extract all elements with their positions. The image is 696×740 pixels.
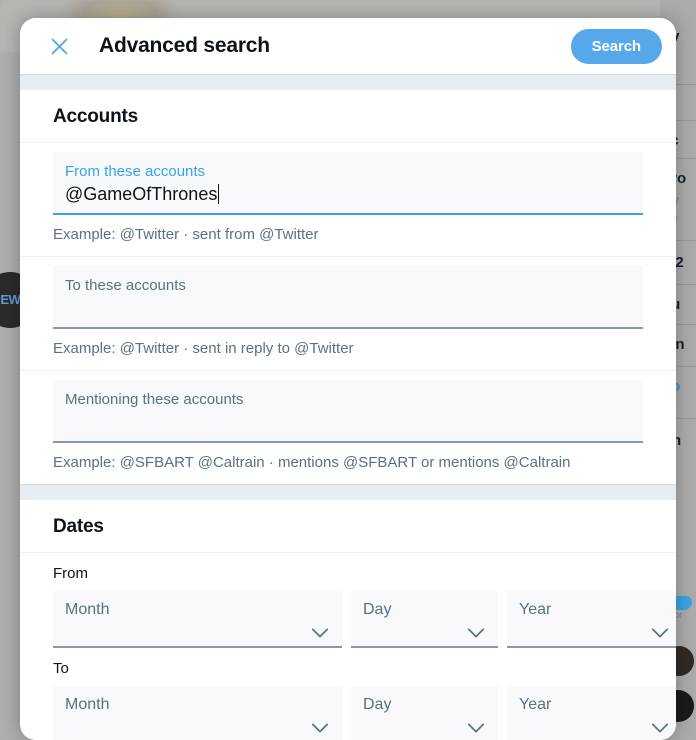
section-separator-band — [20, 483, 676, 500]
dialog-header: Advanced search Search — [20, 18, 676, 74]
section-title-accounts: Accounts — [20, 90, 676, 143]
hint-row-to-accounts: Example: @Twitter · sent in reply to @Tw… — [20, 329, 676, 371]
to-accounts-label: To these accounts — [65, 276, 186, 294]
from-year-select[interactable]: Year — [507, 590, 676, 648]
to-accounts-input[interactable]: To these accounts — [53, 265, 643, 329]
close-icon — [51, 38, 67, 54]
field-block-from-accounts: From these accounts @GameOfThrones — [20, 151, 676, 215]
from-day-select[interactable]: Day — [351, 590, 498, 648]
from-day-label: Day — [363, 600, 392, 618]
section-dates: Dates From Month Day Year To Month Day Y… — [20, 500, 676, 740]
date-from-label: From — [53, 564, 88, 582]
from-year-label: Year — [519, 600, 552, 618]
dialog-title: Advanced search — [99, 34, 270, 57]
mentioning-accounts-hint: Example: @SFBART @Caltrain · mentions @S… — [53, 453, 571, 471]
date-to-label: To — [53, 659, 69, 677]
dialog-body[interactable]: Accounts From these accounts @GameOfThro… — [20, 89, 676, 740]
chevron-down-icon — [311, 628, 329, 638]
chevron-down-icon — [651, 723, 669, 733]
close-icon-button[interactable] — [42, 29, 76, 63]
section-accounts: Accounts From these accounts @GameOfThro… — [20, 90, 676, 484]
advanced-search-dialog: Advanced search Search Accounts From the… — [20, 18, 676, 740]
from-accounts-value: @GameOfThrones — [65, 182, 631, 206]
date-group-from: From Month Day Year — [20, 553, 676, 648]
header-separator-band — [20, 74, 676, 90]
to-year-label: Year — [519, 695, 552, 713]
to-day-select[interactable]: Day — [351, 685, 498, 740]
hint-row-mentioning-accounts: Example: @SFBART @Caltrain · mentions @S… — [20, 443, 676, 484]
section-title-dates: Dates — [20, 500, 676, 553]
mentioning-accounts-label: Mentioning these accounts — [65, 390, 244, 408]
search-button[interactable]: Search — [570, 28, 662, 64]
to-accounts-hint: Example: @Twitter · sent in reply to @Tw… — [53, 339, 354, 357]
from-month-label: Month — [65, 600, 110, 618]
date-to-row: Month Day Year — [53, 685, 676, 740]
from-accounts-label: From these accounts — [65, 162, 206, 180]
date-group-to: To Month Day Year — [20, 648, 676, 740]
from-accounts-hint: Example: @Twitter · sent from @Twitter — [53, 225, 319, 243]
mentioning-accounts-input[interactable]: Mentioning these accounts — [53, 379, 643, 443]
field-block-mentioning-accounts: Mentioning these accounts — [20, 379, 676, 443]
to-day-label: Day — [363, 695, 392, 713]
chevron-down-icon — [467, 628, 485, 638]
chevron-down-icon — [467, 723, 485, 733]
chevron-down-icon — [651, 628, 669, 638]
chevron-down-icon — [311, 723, 329, 733]
to-month-label: Month — [65, 695, 110, 713]
text-cursor — [218, 183, 220, 204]
from-accounts-input[interactable]: From these accounts @GameOfThrones — [53, 151, 643, 215]
to-year-select[interactable]: Year — [507, 685, 676, 740]
from-accounts-text: @GameOfThrones — [65, 183, 218, 204]
from-month-select[interactable]: Month — [53, 590, 342, 648]
to-month-select[interactable]: Month — [53, 685, 342, 740]
date-from-row: Month Day Year — [53, 590, 676, 648]
hint-row-from-accounts: Example: @Twitter · sent from @Twitter — [20, 215, 676, 257]
field-block-to-accounts: To these accounts — [20, 265, 676, 329]
